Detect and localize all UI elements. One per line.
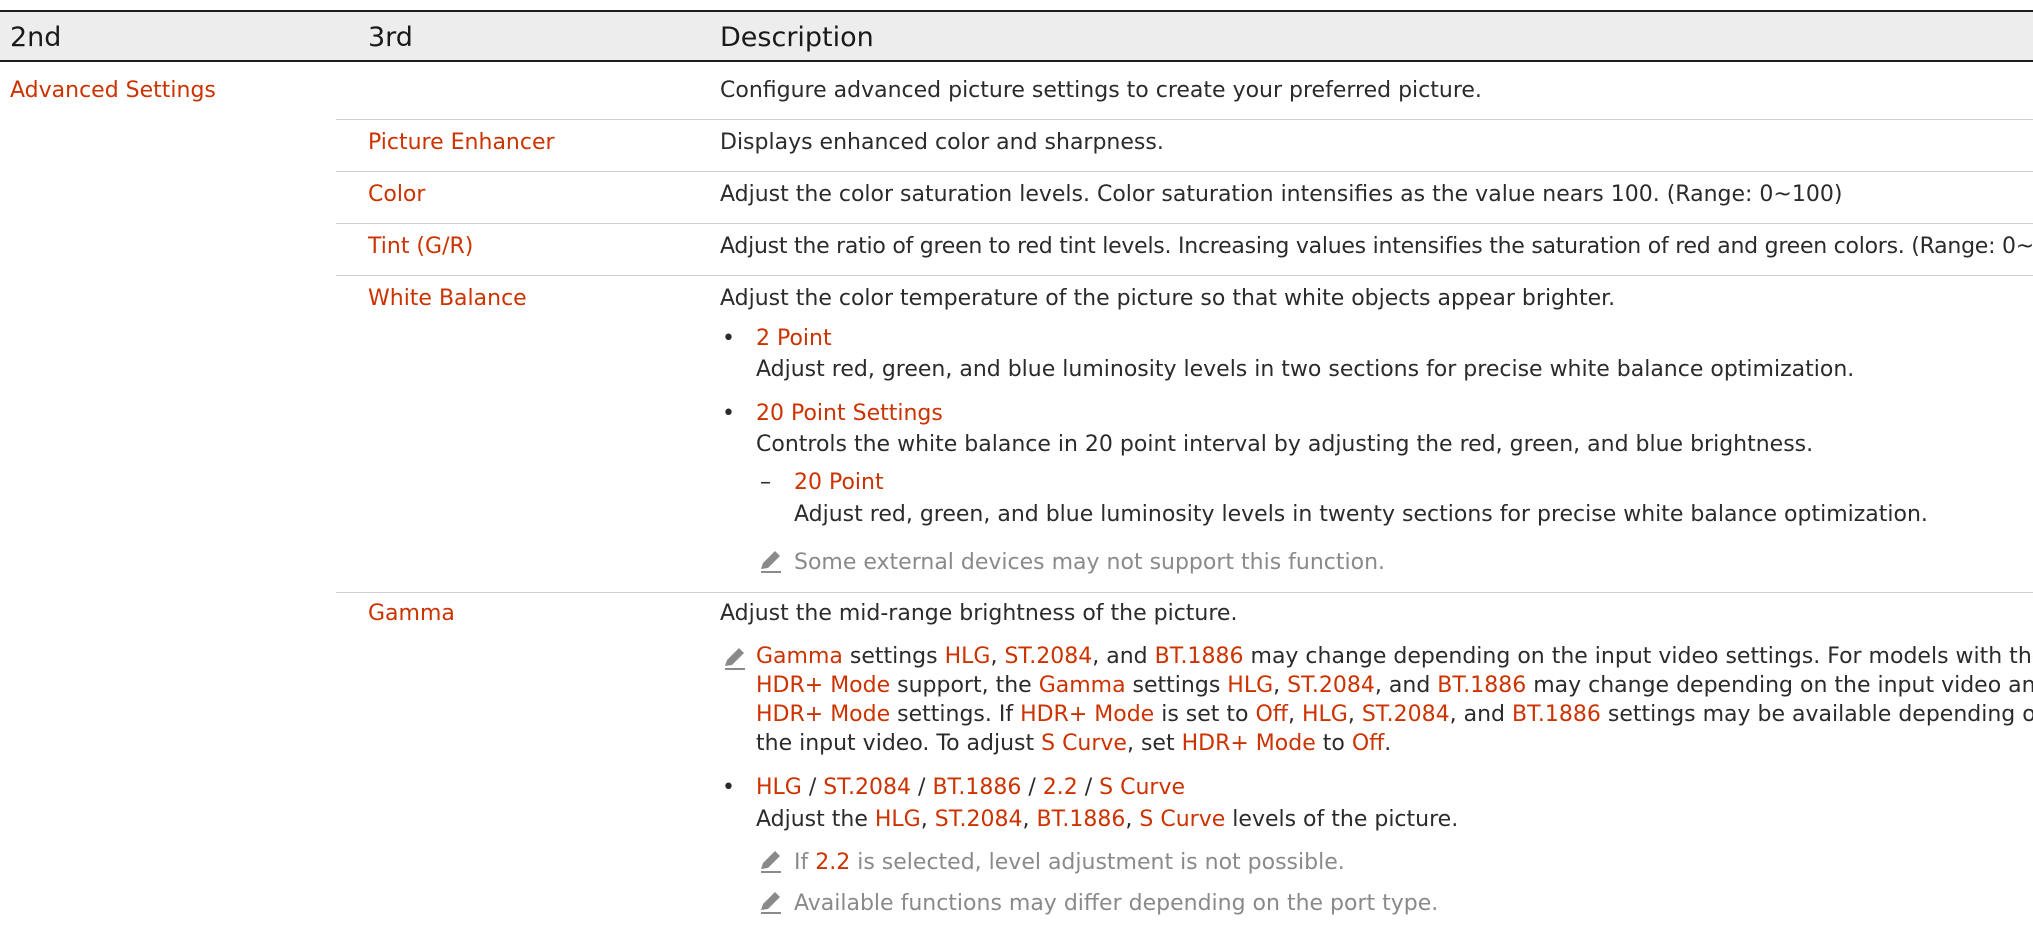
wb-20point-desc: Adjust red, green, and blue luminosity l…	[794, 502, 1928, 527]
term-off: Off	[1255, 702, 1288, 727]
text-segment: settings	[842, 644, 945, 669]
term-hdr-mode: HDR+ Mode	[1020, 702, 1155, 727]
text-segment: , set	[1126, 731, 1182, 756]
text-segment: /	[801, 775, 824, 800]
term-off: Off	[1351, 731, 1385, 756]
pencil-note-icon	[761, 551, 781, 573]
text-segment: ,	[990, 644, 1005, 669]
term-s-curve: S Curve	[1139, 807, 1226, 832]
row-divider	[336, 119, 2033, 120]
term-st2084: ST.2084	[1004, 644, 1093, 669]
term-bt1886: BT.1886	[1036, 807, 1126, 832]
term-s-curve: S Curve	[1041, 731, 1127, 756]
term-hdr-mode: HDR+ Mode	[756, 702, 891, 727]
gamma-note-port: Available functions may differ depending…	[794, 891, 1439, 916]
row-divider	[336, 592, 2033, 593]
row-tint-label: Tint (G/R)	[368, 234, 474, 259]
term-hdr-mode: HDR+ Mode	[756, 673, 891, 698]
text-segment: may change depending on the input video …	[1243, 644, 2033, 669]
wb-20point-settings-title: 20 Point Settings	[756, 401, 943, 426]
text-segment: settings	[1125, 673, 1228, 698]
row-color-label: Color	[368, 182, 426, 207]
term-bt1886: BT.1886	[1437, 673, 1527, 698]
row-divider	[336, 223, 2033, 224]
term-2-2: 2.2	[815, 850, 851, 875]
term-hlg: HLG	[874, 807, 921, 832]
pencil-note-icon	[725, 648, 745, 670]
bullet-dot: •	[722, 401, 735, 426]
text-segment: to	[1315, 731, 1352, 756]
gamma-note-22: If 2.2 is selected, level adjustment is …	[794, 849, 1345, 877]
row-gamma-label: Gamma	[368, 601, 455, 626]
text-segment: , and	[1092, 644, 1155, 669]
header-col-description: Description	[720, 22, 874, 53]
pencil-note-icon	[761, 892, 781, 914]
row-advanced-settings-label: Advanced Settings	[10, 78, 216, 103]
term-hlg: HLG	[756, 775, 802, 800]
text-segment: ,	[1347, 702, 1362, 727]
text-segment: support, the	[890, 673, 1039, 698]
gamma-options-desc: Adjust the HLG, ST.2084, BT.1886, S Curv…	[756, 806, 1458, 834]
text-segment: ,	[1125, 807, 1140, 832]
row-divider	[336, 171, 2033, 172]
term-st2084: ST.2084	[934, 807, 1023, 832]
row-gamma-desc: Adjust the mid-range brightness of the p…	[720, 601, 1238, 626]
text-segment: ,	[1022, 807, 1037, 832]
text-segment: , and	[1374, 673, 1438, 698]
header-col-3rd: 3rd	[368, 22, 413, 53]
wb-note-text: Some external devices may not support th…	[794, 550, 1386, 575]
text-segment: Adjust the	[756, 807, 875, 832]
gamma-note-paragraph: Gamma settings HLG, ST.2084, and BT.1886…	[756, 642, 2033, 758]
row-advanced-settings-desc: Configure advanced picture settings to c…	[720, 78, 1482, 103]
term-gamma: Gamma	[1038, 673, 1126, 698]
wb-20point-settings-desc: Controls the white balance in 20 point i…	[756, 432, 1814, 457]
text-segment: .	[1384, 731, 1392, 756]
pencil-note-icon	[761, 851, 781, 873]
row-picture-enhancer-desc: Displays enhanced color and sharpness.	[720, 130, 1164, 155]
header-col-2nd: 2nd	[10, 22, 62, 53]
term-hlg: HLG	[944, 644, 991, 669]
text-segment: ,	[1273, 673, 1288, 698]
row-color-desc: Adjust the color saturation levels. Colo…	[720, 182, 1843, 207]
gamma-options-title: HLG / ST.2084 / BT.1886 / 2.2 / S Curve	[756, 774, 1185, 802]
row-white-balance-desc: Adjust the color temperature of the pict…	[720, 286, 1616, 311]
text-segment: ,	[920, 807, 935, 832]
text-segment: levels of the picture.	[1225, 807, 1459, 832]
text-segment: settings. If	[890, 702, 1021, 727]
term-st2084: ST.2084	[823, 775, 912, 800]
wb-2point-title: 2 Point	[756, 326, 832, 351]
text-segment: is set to	[1154, 702, 1256, 727]
term-hlg: HLG	[1301, 702, 1348, 727]
term-bt1886: BT.1886	[932, 775, 1022, 800]
text-segment: /	[1021, 775, 1043, 800]
row-picture-enhancer-label: Picture Enhancer	[368, 130, 555, 155]
term-hlg: HLG	[1227, 673, 1274, 698]
term-bt1886: BT.1886	[1511, 702, 1601, 727]
text-segment: ,	[1287, 702, 1302, 727]
text-segment: If	[794, 850, 816, 875]
bullet-dot: •	[722, 326, 735, 351]
term-bt1886: BT.1886	[1154, 644, 1244, 669]
settings-table: 2nd 3rd Description Advanced Settings Co…	[0, 0, 2033, 926]
text-segment: /	[1077, 775, 1100, 800]
wb-2point-desc: Adjust red, green, and blue luminosity l…	[756, 357, 1855, 382]
term-st2084: ST.2084	[1361, 702, 1450, 727]
text-segment: is selected, level adjustment is not pos…	[850, 850, 1345, 875]
text-segment: , and	[1449, 702, 1512, 727]
dash-marker: –	[760, 470, 771, 495]
term-hdr-mode: HDR+ Mode	[1181, 731, 1316, 756]
wb-20point-title: 20 Point	[794, 470, 884, 495]
table-header	[0, 12, 2033, 60]
term-gamma: Gamma	[756, 644, 843, 669]
term-s-curve: S Curve	[1099, 775, 1186, 800]
text-segment: /	[911, 775, 933, 800]
row-tint-desc: Adjust the ratio of green to red tint le…	[720, 234, 2033, 259]
bullet-dot: •	[722, 775, 735, 800]
term-2-2: 2.2	[1042, 775, 1078, 800]
table-header-rule	[0, 60, 2033, 62]
row-divider	[336, 275, 2033, 276]
term-st2084: ST.2084	[1287, 673, 1375, 698]
text-segment: may change depending on the input video …	[1526, 673, 2033, 698]
row-white-balance-label: White Balance	[368, 286, 527, 311]
